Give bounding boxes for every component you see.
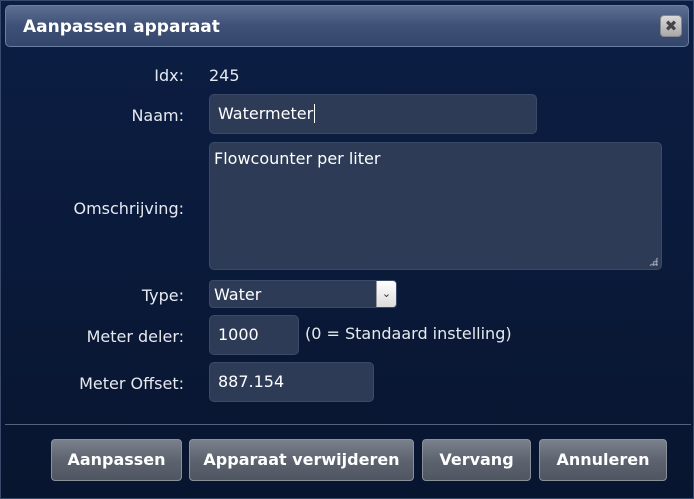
name-input-value: Watermeter (218, 104, 314, 123)
description-textarea[interactable]: Flowcounter per liter (209, 142, 662, 270)
cancel-button[interactable]: Annuleren (539, 439, 667, 481)
meter-offset-input[interactable]: 887.154 (209, 362, 374, 402)
footer-divider (5, 424, 691, 425)
description-textarea-value: Flowcounter per liter (214, 149, 381, 168)
description-label: Omschrijving: (73, 199, 184, 218)
meter-offset-label: Meter Offset: (79, 374, 184, 393)
delete-device-button[interactable]: Apparaat verwijderen (189, 439, 414, 481)
name-label: Naam: (131, 106, 184, 125)
replace-button[interactable]: Vervang (422, 439, 531, 481)
meter-divider-input[interactable]: 1000 (209, 315, 299, 355)
type-select-value: Water (214, 285, 262, 304)
meter-offset-input-value: 887.154 (218, 372, 285, 391)
meter-divider-label: Meter deler: (86, 327, 184, 346)
update-button[interactable]: Aanpassen (51, 439, 182, 481)
dialog-titlebar[interactable]: Aanpassen apparaat ✖ (5, 5, 689, 47)
dialog-title: Aanpassen apparaat (23, 17, 220, 37)
idx-label: Idx: (154, 66, 184, 85)
idx-value: 245 (209, 66, 240, 85)
name-input[interactable]: Watermeter (209, 94, 537, 134)
meter-divider-hint: (0 = Standaard instelling) (305, 324, 512, 343)
resize-grip-icon[interactable] (649, 257, 658, 266)
chevron-down-icon[interactable]: ⌄ (376, 281, 396, 307)
type-select[interactable]: Water ⌄ (209, 280, 397, 308)
close-icon[interactable]: ✖ (660, 15, 682, 37)
meter-divider-input-value: 1000 (218, 325, 259, 344)
edit-device-dialog: Aanpassen apparaat ✖ Idx: 245 Naam: Wate… (0, 0, 694, 499)
type-label: Type: (141, 286, 184, 305)
